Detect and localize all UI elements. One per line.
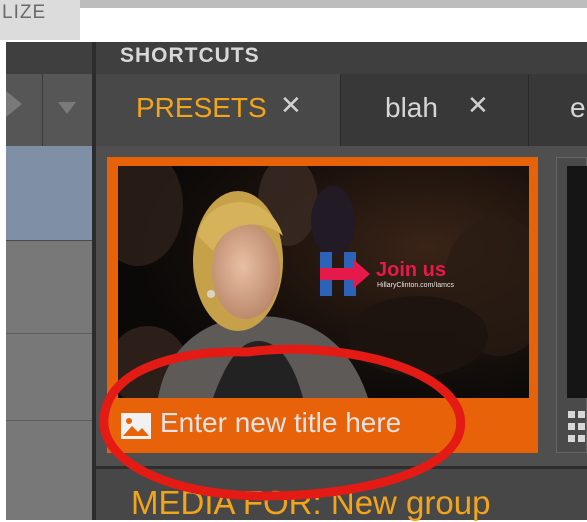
tab-blah[interactable]: blah ✕ <box>340 74 528 146</box>
tab-blah-close-icon[interactable]: ✕ <box>467 90 489 121</box>
left-divider <box>6 333 92 334</box>
card-title-input[interactable]: Enter new title here <box>160 407 401 439</box>
media-group-name[interactable]: New group <box>331 484 491 521</box>
dropdown-arrow-icon[interactable] <box>58 102 76 114</box>
thumbnail-photo: Join us HillaryClinton.com/Iamcs <box>118 166 529 398</box>
media-for-label: MEDIA FOR: New group <box>131 484 490 522</box>
tab-e[interactable]: e <box>528 74 587 146</box>
shortcuts-title: SHORTCUTS <box>120 44 260 67</box>
toolbar-divider <box>42 74 43 146</box>
grid-icon <box>568 411 585 442</box>
tab-presets-close-icon[interactable]: ✕ <box>280 90 302 121</box>
logo-url: HillaryClinton.com/Iamcs <box>377 282 455 289</box>
image-icon <box>121 413 151 439</box>
media-prefix: MEDIA FOR: <box>131 484 331 521</box>
top-left-tab[interactable]: LIZE <box>0 0 80 40</box>
tab-presets-label: PRESETS <box>136 92 267 123</box>
top-left-tab-label: LIZE <box>2 2 47 23</box>
top-bar <box>80 0 587 8</box>
tab-e-label: e <box>570 92 586 123</box>
play-icon[interactable] <box>6 91 22 117</box>
logo-headline: Join us <box>376 259 446 281</box>
preset-thumbnail[interactable]: Join us HillaryClinton.com/Iamcs <box>118 166 529 398</box>
left-list-area[interactable] <box>6 241 92 520</box>
tab-blah-label: blah <box>385 92 438 123</box>
preset-thumbnail-2[interactable] <box>567 166 587 398</box>
left-divider <box>6 420 92 421</box>
left-selected-item[interactable] <box>6 146 92 240</box>
tab-presets[interactable]: PRESETS ✕ <box>96 74 340 146</box>
